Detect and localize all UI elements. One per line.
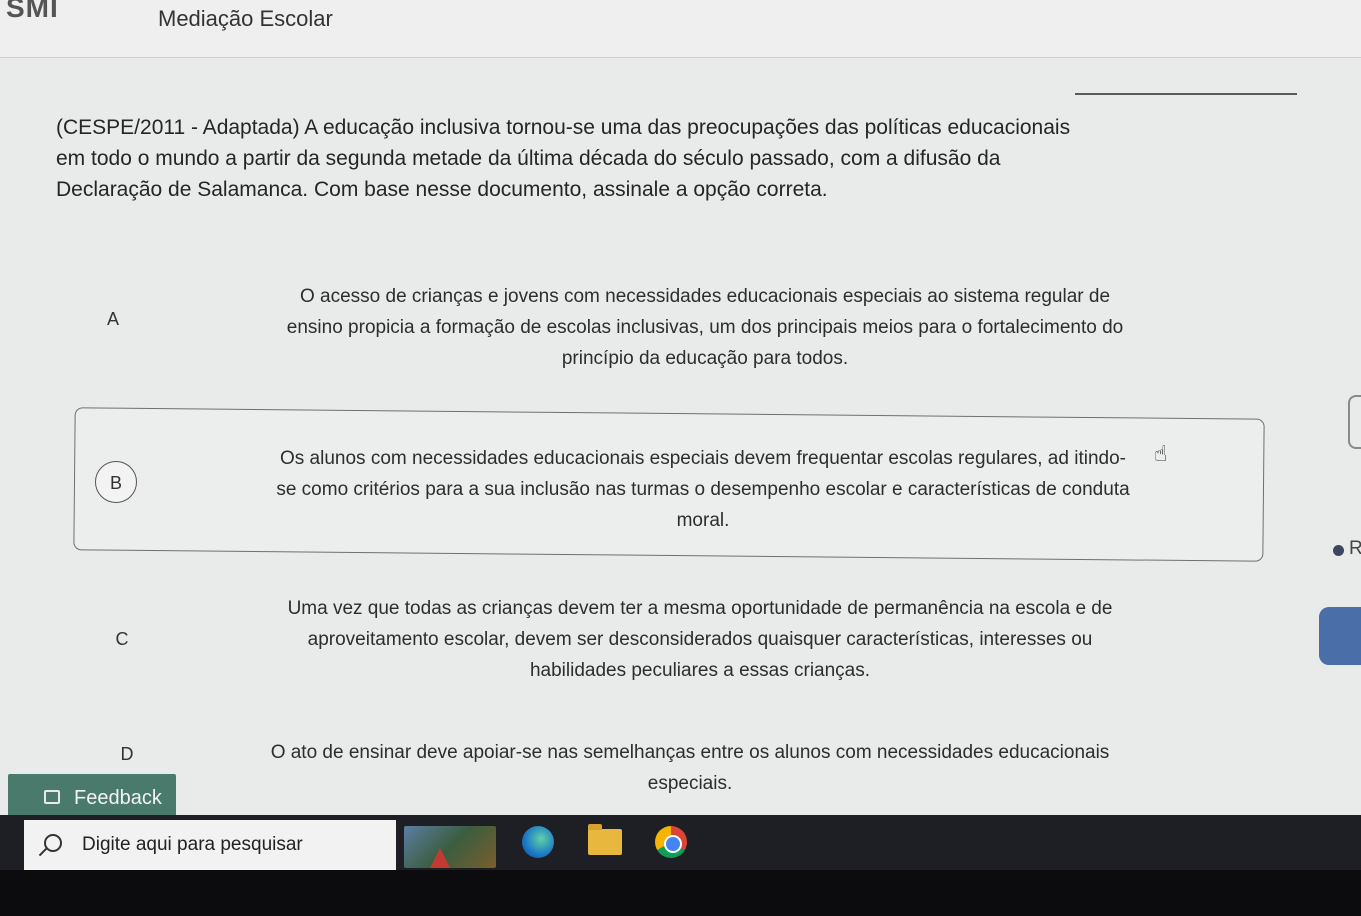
side-panel-tab[interactable] — [1319, 607, 1361, 665]
option-a-line: ensino propicia a formação de escolas in… — [286, 317, 1124, 338]
divider — [1075, 93, 1297, 95]
option-a[interactable]: O acesso de crianças e jovens com necess… — [160, 281, 1250, 374]
question-line: (CESPE/2011 - Adaptada) A educação inclu… — [56, 116, 1071, 139]
status-dot-icon — [1333, 545, 1344, 556]
option-a-line: princípio da educação para todos. — [561, 348, 849, 369]
option-b-line: Os alunos com necessidades educacionais … — [280, 448, 1126, 469]
option-b-letter[interactable]: B — [95, 461, 137, 503]
course-title: Mediação Escolar — [158, 6, 333, 31]
app-logo: SMI — [6, 0, 59, 23]
top-bar: SMI Mediação Escolar — [0, 0, 1361, 58]
side-panel-edge — [1348, 395, 1361, 449]
question-line: Declaração de Salamanca. Com base nesse … — [56, 178, 828, 201]
option-c[interactable]: Uma vez que todas as crianças devem ter … — [180, 593, 1220, 686]
question-line: em todo o mundo a partir da segunda meta… — [56, 147, 1001, 170]
option-b[interactable]: Os alunos com necessidades educacionais … — [158, 443, 1248, 536]
option-c-line: aproveitamento escolar, devem ser descon… — [307, 629, 1093, 650]
side-label: R — [1349, 538, 1361, 559]
file-explorer-icon[interactable] — [588, 824, 622, 855]
option-b-line: se como critérios para a sua inclusão na… — [276, 479, 1130, 500]
option-a-letter[interactable]: A — [92, 298, 134, 340]
option-a-line: O acesso de crianças e jovens com necess… — [299, 286, 1111, 307]
feedback-icon — [44, 790, 60, 804]
option-b-line: moral. — [676, 510, 730, 531]
hand-cursor-icon: ☝ — [1154, 441, 1168, 466]
option-d-line: especiais. — [647, 773, 733, 794]
question-statement: (CESPE/2011 - Adaptada) A educação inclu… — [56, 112, 1271, 205]
option-c-line: habilidades peculiares a essas crianças. — [529, 660, 871, 681]
search-icon — [44, 834, 62, 852]
option-d-line: O ato de ensinar deve apoiar-se nas seme… — [270, 742, 1110, 763]
chrome-icon[interactable] — [655, 826, 687, 858]
option-c-letter[interactable]: C — [101, 618, 143, 660]
option-d[interactable]: O ato de ensinar deve apoiar-se nas seme… — [170, 737, 1210, 799]
video-thumbnail-icon[interactable] — [404, 826, 496, 868]
search-placeholder: Digite aqui para pesquisar — [82, 834, 303, 855]
option-d-letter[interactable]: D — [106, 744, 148, 764]
taskbar-search-input[interactable]: Digite aqui para pesquisar — [24, 820, 396, 870]
edge-icon[interactable] — [522, 826, 554, 858]
option-c-line: Uma vez que todas as crianças devem ter … — [287, 598, 1113, 619]
screen-bezel — [0, 870, 1361, 916]
feedback-label: Feedback — [74, 787, 162, 809]
